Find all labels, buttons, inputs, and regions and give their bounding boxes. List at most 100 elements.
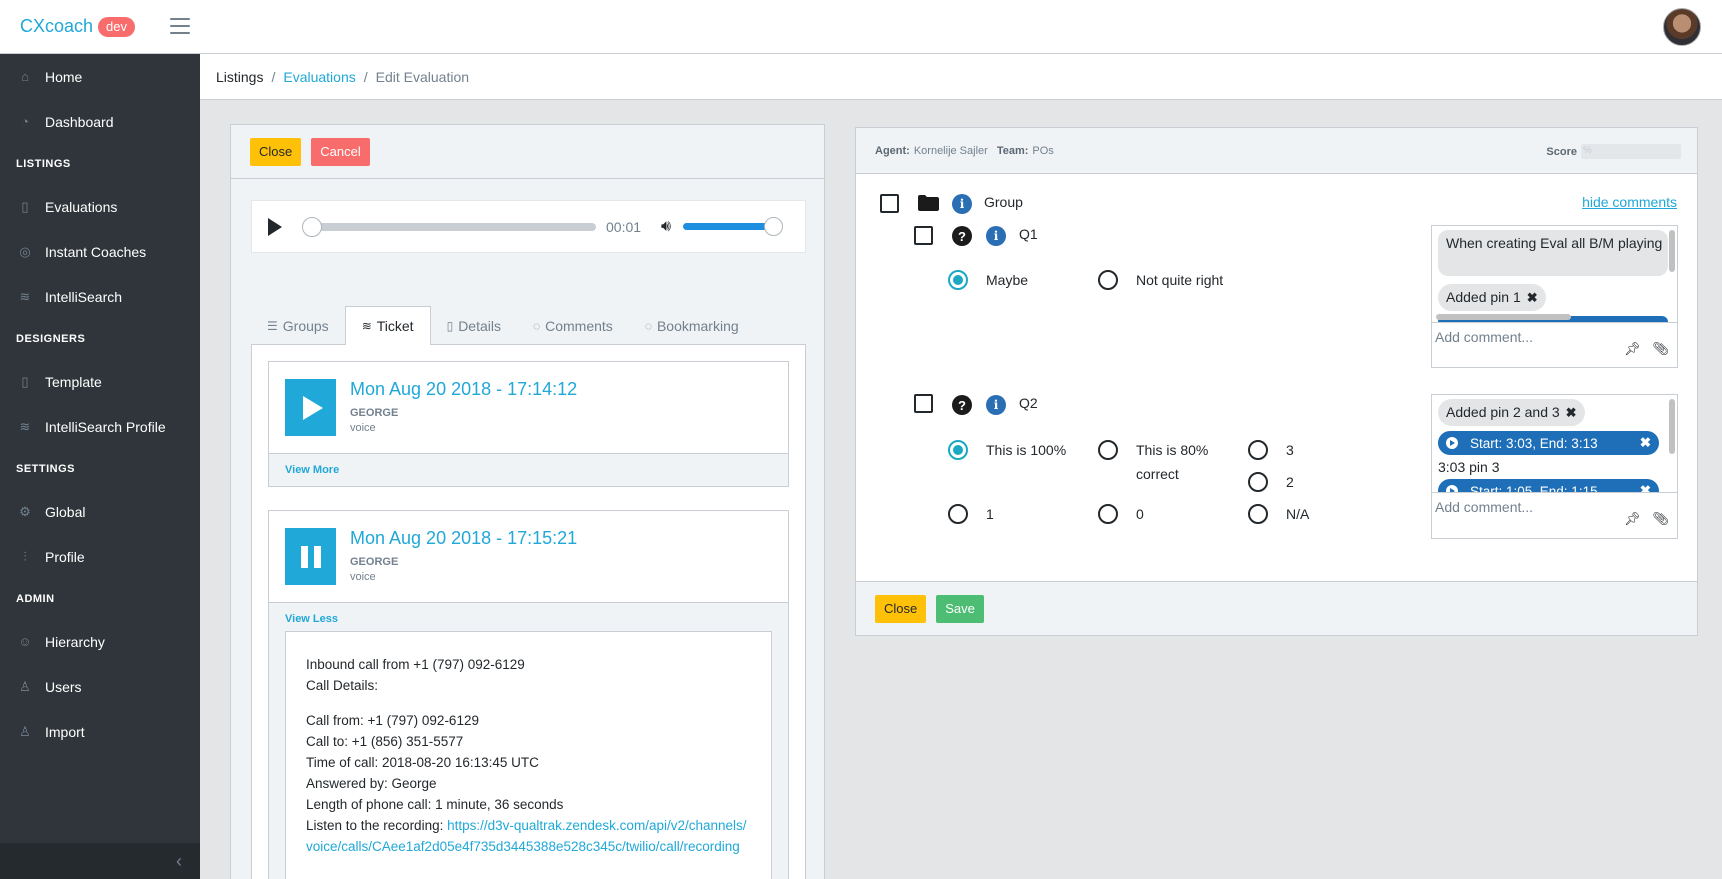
comment-text: When creating Eval all B/M playing bbox=[1438, 230, 1668, 276]
paperclip-icon[interactable]: 📎︎ bbox=[1652, 341, 1669, 357]
pause-button[interactable] bbox=[285, 528, 336, 585]
nav-title-designers: DESIGNERS bbox=[16, 333, 86, 345]
tab-comments[interactable]: ◌ Comments bbox=[517, 306, 629, 345]
sidebar-item-profile[interactable]: ⫶ Profile bbox=[0, 534, 200, 579]
help-icon[interactable]: ? bbox=[952, 395, 972, 415]
q2-checkbox[interactable] bbox=[914, 394, 933, 413]
play-icon[interactable] bbox=[268, 217, 282, 236]
q2-option-100[interactable] bbox=[948, 440, 968, 460]
sidebar-item-intellisearch[interactable]: ≋ IntelliSearch bbox=[0, 274, 200, 319]
sidebar-item-evaluations[interactable]: ▯ Evaluations bbox=[0, 184, 200, 229]
pin-icon[interactable]: 📌︎ bbox=[1624, 511, 1641, 527]
sidebar-item-template[interactable]: ▯ Template bbox=[0, 359, 200, 404]
q2-option-na[interactable] bbox=[1248, 504, 1268, 524]
volume-knob[interactable] bbox=[764, 217, 784, 236]
q2-option-1[interactable] bbox=[948, 504, 968, 524]
play-button[interactable] bbox=[285, 379, 336, 436]
q2-option-80[interactable] bbox=[1098, 440, 1118, 460]
volume-slider[interactable] bbox=[683, 217, 784, 236]
paperclip-icon[interactable]: 📎︎ bbox=[1652, 511, 1669, 527]
ticket-date[interactable]: Mon Aug 20 2018 - 17:14:12 bbox=[350, 379, 577, 400]
sidebar-item-label: Hierarchy bbox=[45, 633, 105, 650]
q2-option-3[interactable] bbox=[1248, 440, 1268, 460]
q2-option-0[interactable] bbox=[1098, 504, 1118, 524]
compass-icon: ◎ bbox=[19, 243, 31, 259]
remove-icon[interactable]: ✖ bbox=[1566, 405, 1577, 420]
play-pin-icon[interactable] bbox=[1446, 485, 1458, 492]
evaluation-header: Agent: Kornelije Sajler Team: POs Score % bbox=[856, 128, 1697, 174]
q1-option-not-quite-right[interactable] bbox=[1098, 270, 1118, 290]
info-icon[interactable]: i bbox=[952, 194, 972, 214]
layers-icon: ≋ bbox=[361, 319, 372, 333]
tab-ticket[interactable]: ≋ Ticket bbox=[344, 306, 431, 346]
menu-toggle-icon[interactable] bbox=[170, 18, 190, 34]
hide-comments-link[interactable]: hide comments bbox=[1582, 194, 1677, 210]
ticket-author: GEORGE bbox=[350, 407, 399, 419]
sidebar-item-import[interactable]: ♙ Import bbox=[0, 709, 200, 754]
help-icon[interactable]: ? bbox=[952, 226, 972, 246]
breadcrumb-listings: Listings bbox=[216, 68, 264, 85]
sidebar-item-label: IntelliSearch Profile bbox=[45, 418, 166, 435]
cancel-button[interactable]: Cancel bbox=[311, 138, 370, 166]
sidebar-item-hierarchy[interactable]: ☺ Hierarchy bbox=[0, 619, 200, 664]
close-button[interactable]: Close bbox=[875, 595, 927, 623]
info-icon[interactable]: i bbox=[986, 226, 1006, 246]
chevron-left-icon[interactable]: ‹ bbox=[176, 851, 182, 872]
sidebar-item-label: Users bbox=[45, 678, 82, 695]
speech-icon: ◌ bbox=[644, 318, 652, 333]
score-bar: % bbox=[1581, 144, 1681, 159]
progress-knob[interactable] bbox=[302, 216, 322, 237]
sidebar: ⌂ Home ◔ Dashboard LISTINGS ▯ Evaluations ◎ Inst… bbox=[0, 54, 200, 879]
q1-label: Q1 bbox=[1019, 226, 1038, 242]
remove-icon[interactable]: ✖ bbox=[1527, 290, 1538, 305]
close-button[interactable]: Close bbox=[250, 138, 302, 166]
evaluation-form: Agent: Kornelije Sajler Team: POs Score % … bbox=[855, 127, 1698, 636]
user-icon: ♙ bbox=[19, 678, 31, 694]
view-less-link[interactable]: View Less bbox=[269, 602, 788, 631]
ticket-date[interactable]: Mon Aug 20 2018 - 17:15:21 bbox=[350, 528, 577, 549]
pin-chip: Start: 3:03, End: 3:13 ✖ bbox=[1438, 431, 1659, 455]
q1-option-maybe[interactable] bbox=[948, 270, 968, 290]
q2-comments-box: Added pin 2 and 3 ✖ Start: 3:03, End: 3:1… bbox=[1431, 394, 1678, 539]
sidebar-item-home[interactable]: ⌂ Home bbox=[0, 54, 200, 99]
sidebar-item-intellisearch-profile[interactable]: ≋ IntelliSearch Profile bbox=[0, 404, 200, 449]
ticket-panel-header: Close Cancel bbox=[231, 125, 824, 179]
speech-icon: ◌ bbox=[532, 318, 541, 333]
sidebar-item-users[interactable]: ♙ Users bbox=[0, 664, 200, 709]
sidebar-item-instant-coaches[interactable]: ◎ Instant Coaches bbox=[0, 229, 200, 274]
q1-comment-input[interactable]: Add comment... 📌︎ 📎︎ bbox=[1432, 323, 1677, 367]
group-checkbox[interactable] bbox=[880, 194, 899, 213]
q2-option-2[interactable] bbox=[1248, 472, 1268, 492]
sidebar-item-dashboard[interactable]: ◔ Dashboard bbox=[0, 99, 200, 144]
tab-groups[interactable]: ☰ Groups bbox=[251, 306, 345, 345]
remove-pin-icon[interactable]: ✖ bbox=[1640, 435, 1651, 451]
sidebar-item-label: Evaluations bbox=[45, 198, 118, 215]
top-header: CXcoach dev bbox=[0, 0, 1722, 54]
ticket-channel: voice bbox=[350, 422, 376, 434]
ticket-tabs: ☰ Groups ≋ Ticket ▯ Details ◌ Comments ◌ Bookmark… bbox=[251, 306, 806, 346]
volume-icon[interactable]: 🔊︎ bbox=[661, 218, 671, 236]
q2-label: Q2 bbox=[1019, 395, 1038, 411]
avatar[interactable] bbox=[1663, 8, 1701, 46]
sidebar-item-label: Dashboard bbox=[45, 113, 114, 130]
pin-icon[interactable]: 📌︎ bbox=[1624, 341, 1641, 357]
info-icon[interactable]: i bbox=[986, 395, 1006, 415]
progress-track[interactable] bbox=[302, 216, 596, 237]
breadcrumb-evaluations-link[interactable]: Evaluations bbox=[283, 69, 355, 85]
play-pin-icon[interactable] bbox=[1446, 437, 1458, 449]
remove-pin-icon[interactable]: ✖ bbox=[1640, 483, 1651, 492]
tab-bookmarking[interactable]: ◌ Bookmarking bbox=[629, 306, 755, 345]
tab-details[interactable]: ▯ Details bbox=[431, 306, 517, 345]
evaluation-footer: Close Save bbox=[856, 581, 1697, 635]
brand-logo[interactable]: CXcoach dev bbox=[20, 16, 136, 37]
q1-checkbox[interactable] bbox=[914, 226, 933, 245]
brand-name: CXcoach bbox=[20, 16, 94, 36]
sidebar-minimizer[interactable]: ‹ bbox=[0, 843, 200, 879]
sidebar-item-label: IntelliSearch bbox=[45, 288, 123, 305]
q2-comment-input[interactable]: Add comment... 📌︎ 📎︎ bbox=[1432, 493, 1677, 537]
sidebar-item-global[interactable]: ⚙ Global bbox=[0, 489, 200, 534]
view-more-link[interactable]: View More bbox=[269, 453, 788, 486]
folder-icon bbox=[918, 195, 939, 211]
save-button[interactable]: Save bbox=[936, 595, 984, 623]
sidebar-item-label: Global bbox=[45, 503, 86, 520]
